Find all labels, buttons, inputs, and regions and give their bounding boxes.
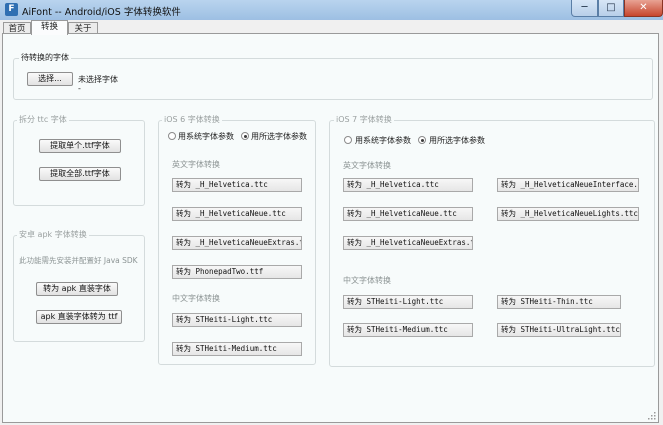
ios6-helveticaneueextras-button[interactable]: 转为 _H_HelveticaNeueExtras.ttc bbox=[172, 236, 302, 250]
ios6-radio-system-label: 用系统字体参数 bbox=[178, 132, 234, 141]
ios6-radio-selected[interactable] bbox=[241, 132, 249, 140]
ttc-split-label: 拆分 ttc 字体 bbox=[17, 114, 69, 125]
app-icon: F bbox=[5, 3, 18, 16]
ios6-stheiti-medium-button[interactable]: 转为 STHeiti-Medium.ttc bbox=[172, 342, 302, 356]
extract-single-ttf-button[interactable]: 提取单个.ttf字体 bbox=[39, 139, 121, 153]
ios7-english-label: 英文字体转换 bbox=[343, 161, 391, 170]
app-window: F AiFont -- Android/iOS 字体转换软件 ─ □ ✕ 首页 … bbox=[0, 0, 663, 425]
ios6-chinese-label: 中文字体转换 bbox=[172, 294, 220, 303]
tab-bar: 首页 转换 关于 bbox=[0, 20, 663, 35]
font-status-sub: - bbox=[78, 84, 81, 93]
java-sdk-note: 此功能需先安装并配置好 Java SDK bbox=[19, 256, 138, 265]
ios7-helveticaneue-button[interactable]: 转为 _H_HelveticaNeue.ttc bbox=[343, 207, 473, 221]
ios7-stheiti-thin-button[interactable]: 转为 STHeiti-Thin.ttc bbox=[497, 295, 621, 309]
font-status: 未选择字体 bbox=[78, 75, 118, 84]
ios7-radio-selected-label: 用所选字体参数 bbox=[429, 136, 485, 145]
ttc-split-group bbox=[13, 120, 145, 206]
apk-to-ttf-button[interactable]: apk 直装字体转为 ttf bbox=[36, 310, 122, 324]
ios7-chinese-label: 中文字体转换 bbox=[343, 276, 391, 285]
ios6-label: iOS 6 字体转换 bbox=[162, 114, 222, 125]
resize-grip-icon[interactable] bbox=[648, 412, 656, 420]
ios7-radio-system[interactable] bbox=[344, 136, 352, 144]
ios6-stheiti-light-button[interactable]: 转为 STHeiti-Light.ttc bbox=[172, 313, 302, 327]
window-title: AiFont -- Android/iOS 字体转换软件 bbox=[22, 7, 181, 18]
extract-all-ttf-button[interactable]: 提取全部.ttf字体 bbox=[39, 167, 121, 181]
maximize-button[interactable]: □ bbox=[598, 0, 624, 17]
ios6-english-label: 英文字体转换 bbox=[172, 160, 220, 169]
ios6-radio-selected-label: 用所选字体参数 bbox=[251, 132, 307, 141]
source-font-group-label: 待转换的字体 bbox=[19, 52, 71, 63]
ios7-helvetica-button[interactable]: 转为 _H_Helvetica.ttc bbox=[343, 178, 473, 192]
ios7-radio-system-label: 用系统字体参数 bbox=[355, 136, 411, 145]
ios7-stheiti-medium-button[interactable]: 转为 STHeiti-Medium.ttc bbox=[343, 323, 473, 337]
ios7-label: iOS 7 字体转换 bbox=[334, 114, 394, 125]
minimize-button[interactable]: ─ bbox=[571, 0, 598, 17]
title-bar[interactable]: F AiFont -- Android/iOS 字体转换软件 ─ □ ✕ bbox=[0, 0, 663, 21]
ios6-helvetica-button[interactable]: 转为 _H_Helvetica.ttc bbox=[172, 178, 302, 192]
apk-convert-label: 安卓 apk 字体转换 bbox=[17, 229, 89, 240]
ios6-helveticaneue-button[interactable]: 转为 _H_HelveticaNeue.ttc bbox=[172, 207, 302, 221]
convert-panel: 待转换的字体 选择... 未选择字体 - 拆分 ttc 字体 提取单个.ttf字… bbox=[2, 33, 659, 423]
convert-to-apk-button[interactable]: 转为 apk 直装字体 bbox=[36, 282, 118, 296]
ios7-radio-selected[interactable] bbox=[418, 136, 426, 144]
ios6-radio-system[interactable] bbox=[168, 132, 176, 140]
ios7-stheiti-ultralight-button[interactable]: 转为 STHeiti-UltraLight.ttc bbox=[497, 323, 621, 337]
ios6-phonepadtwo-button[interactable]: 转为 PhonepadTwo.ttf bbox=[172, 265, 302, 279]
close-button[interactable]: ✕ bbox=[624, 0, 663, 17]
ios7-stheiti-light-button[interactable]: 转为 STHeiti-Light.ttc bbox=[343, 295, 473, 309]
tab-convert[interactable]: 转换 bbox=[31, 20, 68, 35]
ios7-helveticaneuelights-button[interactable]: 转为 _H_HelveticaNeueLights.ttc bbox=[497, 207, 639, 221]
ios7-helveticaneueextras-button[interactable]: 转为 _H_HelveticaNeueExtras.ttc bbox=[343, 236, 473, 250]
ios7-helveticaneueinterface-button[interactable]: 转为 _H_HelveticaNeueInterface.ttc bbox=[497, 178, 639, 192]
select-font-button[interactable]: 选择... bbox=[27, 72, 73, 86]
